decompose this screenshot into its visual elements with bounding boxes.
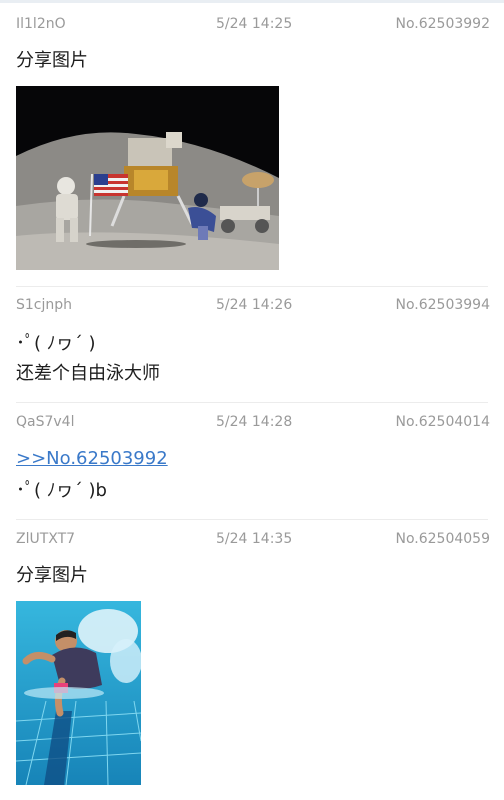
post-text: 分享图片 (16, 565, 88, 586)
post-text: 分享图片 (16, 50, 88, 71)
post-meta: S1cjnph 5/24 14:26 No.62503994 (0, 297, 504, 319)
quote-link[interactable]: >>No.62503992 (16, 444, 168, 474)
swimmer-image[interactable] (16, 601, 141, 785)
user-id[interactable]: Il1l2nO (16, 16, 66, 32)
post-1: Il1l2nO 5/24 14:25 No.62503992 分享图片 (0, 16, 504, 284)
post-time: 5/24 14:25 (216, 16, 293, 32)
post-meta: ZlUTXT7 5/24 14:35 No.62504059 (0, 531, 504, 553)
post-4: ZlUTXT7 5/24 14:35 No.62504059 分享图片 (0, 531, 504, 796)
post-number[interactable]: No.62503992 (396, 16, 491, 32)
post-number[interactable]: No.62503994 (396, 297, 491, 313)
post-3: QaS7v4l 5/24 14:28 No.62504014 >>No.6250… (0, 414, 504, 514)
post-text-line-1: ･ﾟ( ﾉヮ´ ) (16, 333, 96, 354)
divider (16, 286, 488, 287)
post-number[interactable]: No.62504059 (396, 531, 491, 547)
post-text: ･ﾟ( ﾉヮ´ )b (16, 480, 107, 501)
divider (16, 402, 488, 403)
post-time: 5/24 14:26 (216, 297, 293, 313)
post-meta: Il1l2nO 5/24 14:25 No.62503992 (0, 16, 504, 38)
moon-landing-image[interactable] (16, 86, 279, 270)
top-edge (0, 0, 504, 3)
user-id[interactable]: S1cjnph (16, 297, 72, 313)
post-number[interactable]: No.62504014 (396, 414, 491, 430)
post-text-line-2: 还差个自由泳大师 (16, 363, 160, 384)
post-meta: QaS7v4l 5/24 14:28 No.62504014 (0, 414, 504, 436)
user-id[interactable]: QaS7v4l (16, 414, 74, 430)
user-id[interactable]: ZlUTXT7 (16, 531, 75, 547)
post-2: S1cjnph 5/24 14:26 No.62503994 ･ﾟ( ﾉヮ´ )… (0, 297, 504, 397)
divider (16, 519, 488, 520)
post-time: 5/24 14:35 (216, 531, 293, 547)
post-time: 5/24 14:28 (216, 414, 293, 430)
